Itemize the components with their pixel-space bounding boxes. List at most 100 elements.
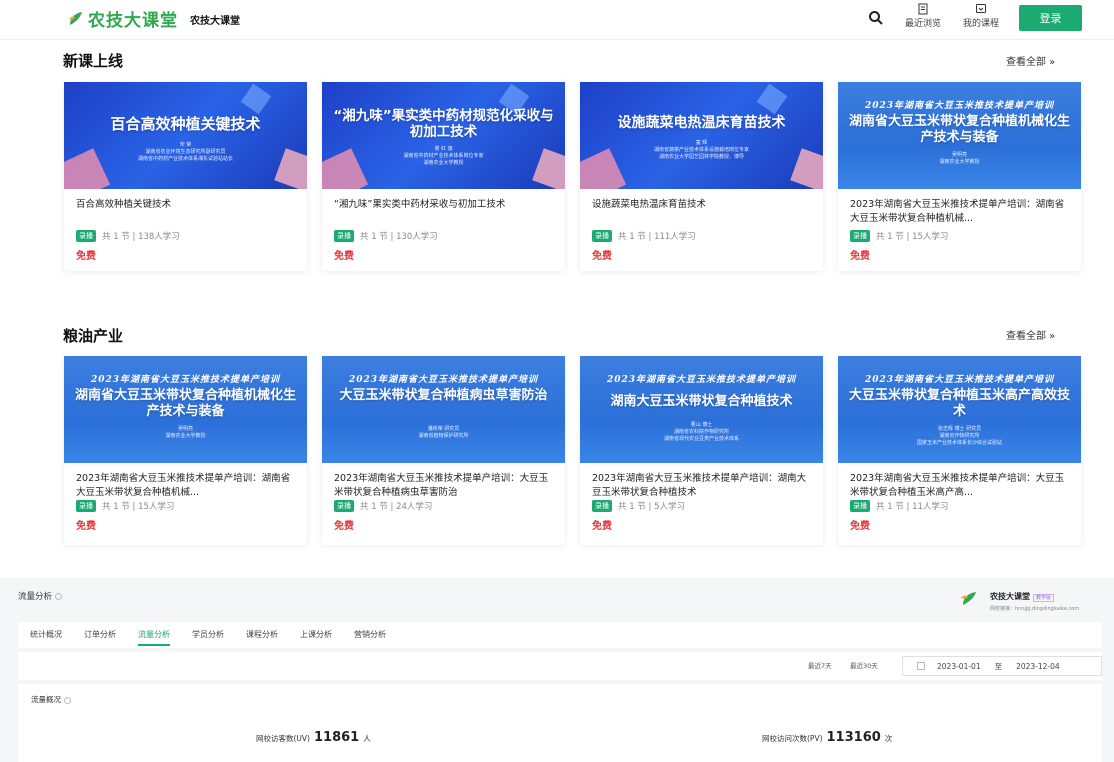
brand-badge: 教学版	[1033, 594, 1055, 602]
cover-title: 湖南大豆玉米带状复合种植技术	[610, 394, 793, 409]
tab-students[interactable]: 学员分析	[192, 622, 224, 648]
recorded-badge: 录播	[850, 500, 870, 512]
analytics-tabs: 统计概况 订单分析 流量分析 学员分析 课程分析 上课分析 营销分析	[18, 622, 1102, 648]
course-cover: 2023年湖南省大豆玉米推技术提单产培训 湖南省大豆玉米带状复合种植机械化生产技…	[64, 356, 307, 463]
brand-name: 农技大课堂	[990, 592, 1030, 601]
course-title: “湘九味”果实类中药材采收与初加工技术	[334, 199, 506, 210]
recorded-badge: 录播	[850, 230, 870, 242]
recorded-badge: 录播	[592, 500, 612, 512]
site-logo[interactable]: 农技大课堂	[66, 6, 178, 31]
nav-my-courses[interactable]: 我的课程	[956, 3, 1006, 29]
cover-banner: 2023年湖南省大豆玉米推技术提单产培训	[606, 375, 797, 385]
course-cover: “湘九味”果实类中药材规范化采收与初加工技术 谢 红 旗 湖南省中药材产业技术体…	[322, 82, 565, 189]
last-7-days-button[interactable]: 最近7天	[808, 660, 832, 670]
cover-title: 设施蔬菜电热温床育苗技术	[617, 115, 786, 131]
course-meta: 录播 共 1 节 | 15人学习	[850, 230, 948, 242]
course-title: 2023年湖南省大豆玉米推技术提单产培训：大豆玉米带状复合种植病虫草害防治	[334, 473, 549, 498]
course-card[interactable]: 2023年湖南省大豆玉米推技术提单产培训 大豆玉米带状复合种植病虫草害防治 潘彬…	[322, 356, 565, 545]
cover-speaker: 张志辉 博士 研究员 湖南省作物研究所 国家玉米产业技术体系长沙综合试验站	[916, 426, 1002, 446]
nav-courses-label: 我的课程	[962, 19, 999, 29]
site-name: 农技大课堂	[190, 16, 240, 27]
analytics-panel: 流量分析 农技大课堂 教学版 网校链接：hnnjjg.dingdingkaike.…	[0, 578, 1114, 762]
cover-title: 湖南省大豆玉米带状复合种植机械化生产技术与装备	[74, 388, 296, 419]
course-icon	[976, 4, 986, 13]
tab-traffic[interactable]: 流量分析	[138, 622, 170, 648]
course-title: 2023年湖南省大豆玉米推技术提单产培训：湖南省大豆玉米带状复合种植机械...	[850, 199, 1065, 224]
course-cover: 设施蔬菜电热温床育苗技术 童 辉 湖南省蔬菜产业技术体系设施栽培岗位专家 湖南农…	[580, 82, 823, 189]
cover-speaker: 谢 红 旗 湖南省中药材产业技术体系岗位专家 湖南农业大学教授	[403, 146, 484, 166]
course-title: 百合高效种植关键技术	[76, 199, 172, 210]
view-all-grain-oil[interactable]: 查看全部 »	[1006, 327, 1055, 342]
cover-title: “湘九味”果实类中药材规范化采收与初加工技术	[333, 108, 554, 141]
recorded-badge: 录播	[592, 230, 612, 242]
analytics-title: 流量分析	[18, 590, 63, 602]
course-price: 免费	[76, 521, 96, 532]
section-title-grain-oil: 粮油产业	[63, 327, 124, 345]
logo-text: 农技大课堂	[88, 11, 178, 31]
date-to: 2023-12-04	[1016, 661, 1060, 671]
traffic-overview: 流量概况 网校访客数(UV) 11861 人 网校访问次数(PV) 113160…	[18, 684, 1102, 762]
course-price: 免费	[850, 521, 870, 532]
course-title: 2023年湖南省大豆玉米推技术提单产培训：大豆玉米带状复合种植玉米高产高...	[850, 473, 1065, 498]
course-card[interactable]: 设施蔬菜电热温床育苗技术 童 辉 湖南省蔬菜产业技术体系设施栽培岗位专家 湖南农…	[580, 82, 823, 271]
course-price: 免费	[592, 521, 612, 532]
section-title-new-courses: 新课上线	[63, 52, 124, 70]
cover-speaker: 宋 荣 湖南省农业环境生态研究所副研究员 湖南省中药材产业技术体系湘东试验站站长	[137, 142, 233, 162]
course-meta: 录播 共 1 节 | 130人学习	[334, 230, 438, 242]
course-cover: 百合高效种植关键技术 宋 荣 湖南省农业环境生态研究所副研究员 湖南省中药材产业…	[64, 82, 307, 189]
course-price: 免费	[76, 251, 96, 262]
course-meta: 录播 共 1 节 | 138人学习	[76, 230, 180, 242]
cover-speaker: 吴明亮 湖南农业大学教授	[939, 152, 980, 165]
history-icon	[918, 3, 928, 15]
date-separator: 至	[994, 661, 1003, 671]
cover-banner: 2023年湖南省大豆玉米推技术提单产培训	[864, 101, 1055, 111]
uv-stat: 网校访客数(UV) 11861 人	[256, 730, 371, 745]
recorded-badge: 录播	[76, 500, 96, 512]
brand-url: 网校链接：hnnjjg.dingdingkaike.com	[990, 606, 1080, 612]
tab-orders[interactable]: 订单分析	[84, 622, 116, 648]
cover-title: 大豆玉米带状复合种植玉米高产高效技术	[848, 388, 1070, 419]
cover-speaker: 吴明亮 湖南农业大学教授	[165, 426, 206, 439]
recorded-badge: 录播	[334, 230, 354, 242]
login-button[interactable]: 登录	[1019, 5, 1082, 31]
tab-classes[interactable]: 上课分析	[300, 622, 332, 648]
course-title: 2023年湖南省大豆玉米推技术提单产培训：湖南省大豆玉米带状复合种植机械...	[76, 473, 291, 498]
last-30-days-button[interactable]: 最近30天	[850, 660, 878, 670]
cover-title: 百合高效种植关键技术	[110, 115, 261, 133]
cover-banner: 2023年湖南省大豆玉米推技术提单产培训	[90, 375, 281, 385]
recorded-badge: 录播	[76, 230, 96, 242]
course-card[interactable]: 百合高效种植关键技术 宋 荣 湖南省农业环境生态研究所副研究员 湖南省中药材产业…	[64, 82, 307, 271]
course-card[interactable]: “湘九味”果实类中药材规范化采收与初加工技术 谢 红 旗 湖南省中药材产业技术体…	[322, 82, 565, 271]
course-meta: 录播 共 1 节 | 111人学习	[592, 230, 696, 242]
course-meta: 录播 共 1 节 | 11人学习	[850, 500, 948, 512]
recorded-badge: 录播	[334, 500, 354, 512]
top-navigation-bar: 农技大课堂 农技大课堂 最近浏览 我的课程 登录	[0, 0, 1114, 40]
tab-marketing[interactable]: 营销分析	[354, 622, 386, 648]
nav-recent-label: 最近浏览	[904, 19, 941, 29]
course-price: 免费	[592, 251, 612, 262]
leaf-logo-icon	[69, 11, 82, 25]
course-title: 2023年湖南省大豆玉米推技术提单产培训：湖南大豆玉米带状复合种植技术	[592, 473, 807, 498]
course-card[interactable]: 2023年湖南省大豆玉米推技术提单产培训 湖南省大豆玉米带状复合种植机械化生产技…	[838, 82, 1081, 271]
tab-overview[interactable]: 统计概况	[30, 622, 62, 648]
school-brand: 农技大课堂 教学版 网校链接：hnnjjg.dingdingkaike.com	[958, 584, 1079, 612]
course-price: 免费	[334, 251, 354, 262]
help-icon[interactable]	[64, 696, 71, 704]
leaf-logo-icon	[961, 592, 976, 605]
cover-banner: 2023年湖南省大豆玉米推技术提单产培训	[864, 375, 1055, 385]
view-all-new-courses[interactable]: 查看全部 »	[1006, 53, 1055, 68]
pv-stat: 网校访问次数(PV) 113160 次	[762, 730, 893, 745]
course-price: 免费	[850, 251, 870, 262]
cover-title: 湖南省大豆玉米带状复合种植机械化生产技术与装备	[848, 114, 1070, 145]
tab-courses[interactable]: 课程分析	[246, 622, 278, 648]
date-filter-bar: 最近7天 最近30天 2023-01-01 至 2023-12-04	[18, 652, 1102, 680]
course-card[interactable]: 2023年湖南省大豆玉米推技术提单产培训 大豆玉米带状复合种植玉米高产高效技术 …	[838, 356, 1081, 545]
help-icon[interactable]	[55, 593, 63, 600]
nav-recent-views[interactable]: 最近浏览	[898, 3, 948, 29]
search-icon[interactable]	[868, 10, 884, 26]
date-range-picker[interactable]: 2023-01-01 至 2023-12-04	[902, 656, 1102, 676]
course-card[interactable]: 2023年湖南省大豆玉米推技术提单产培训 湖南大豆玉米带状复合种植技术 曹山 博…	[580, 356, 823, 545]
course-cover: 2023年湖南省大豆玉米推技术提单产培训 大豆玉米带状复合种植病虫草害防治 潘彬…	[322, 356, 565, 463]
cover-speaker: 潘彬荣 研究员 湖南省植物保护研究所	[418, 426, 469, 439]
course-card[interactable]: 2023年湖南省大豆玉米推技术提单产培训 湖南省大豆玉米带状复合种植机械化生产技…	[64, 356, 307, 545]
